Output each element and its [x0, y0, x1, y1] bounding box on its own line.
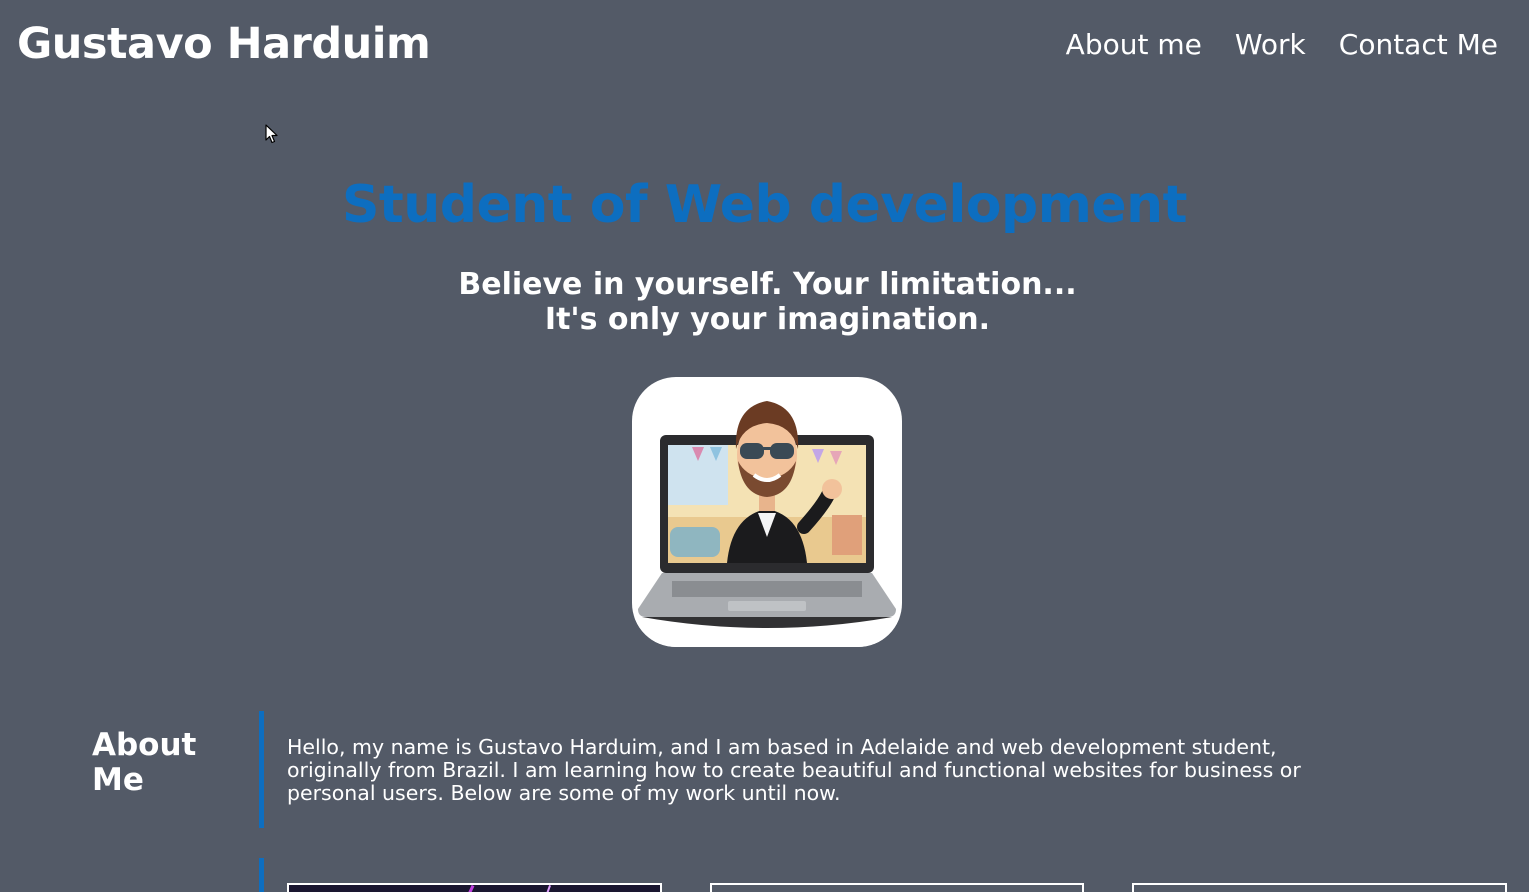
about-heading: About Me	[92, 727, 197, 798]
site-header: Gustavo Harduim About me Work Contact Me	[0, 0, 1529, 90]
nav-link-about-me[interactable]: About me	[1066, 26, 1202, 64]
mouse-pointer-icon	[265, 124, 278, 144]
nav-link-work[interactable]: Work	[1235, 26, 1306, 64]
work-card-1[interactable]	[287, 883, 662, 892]
page: Gustavo Harduim About me Work Contact Me…	[0, 0, 1529, 892]
work-card-2[interactable]	[710, 883, 1084, 892]
avatar-illustration	[632, 401, 902, 647]
work-card-1-preview-streak	[466, 885, 475, 892]
nav-link-contact-me[interactable]: Contact Me	[1339, 26, 1498, 64]
avatar	[632, 377, 902, 647]
hero-subtitle-line-1: Believe in yourself. Your limitation...	[458, 267, 1077, 302]
work-card-1-preview-streak	[545, 885, 551, 892]
hero-subtitle: Believe in yourself. Your limitation... …	[0, 267, 1529, 337]
work-divider	[259, 858, 264, 892]
about-divider	[259, 711, 264, 828]
site-title[interactable]: Gustavo Harduim	[17, 18, 431, 70]
about-text: Hello, my name is Gustavo Harduim, and I…	[287, 735, 1301, 805]
main-nav: About me Work Contact Me	[1066, 26, 1498, 64]
hero-title: Student of Web development	[341, 175, 1188, 235]
work-card-3[interactable]	[1132, 883, 1507, 892]
hero-subtitle-line-2: It's only your imagination.	[544, 302, 991, 337]
